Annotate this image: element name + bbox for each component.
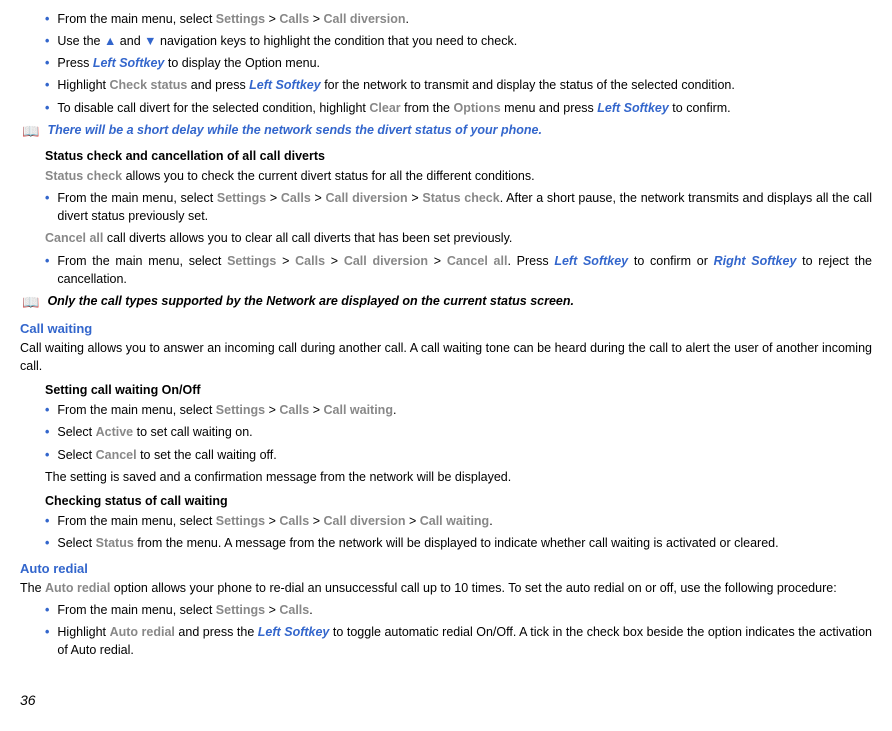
bullet-item: • From the main menu, select Settings > … — [45, 10, 872, 28]
note-icon: 📖 — [22, 292, 39, 312]
bullet-text: From the main menu, select Settings > Ca… — [57, 401, 872, 419]
body-text: Cancel all call diverts allows you to cl… — [45, 229, 872, 247]
bullet-item: • Select Status from the menu. A message… — [45, 534, 872, 552]
bullet-item: • To disable call divert for the selecte… — [45, 99, 872, 117]
bullet-text: From the main menu, select Settings > Ca… — [57, 252, 872, 288]
bullet-text: From the main menu, select Settings > Ca… — [57, 601, 872, 619]
bullet-item: • From the main menu, select Settings > … — [45, 601, 872, 619]
bullet-text: To disable call divert for the selected … — [57, 99, 872, 117]
body-text: Status check allows you to check the cur… — [45, 167, 872, 185]
sub-heading: Checking status of call waiting — [45, 492, 872, 510]
bullet-text: From the main menu, select Settings > Ca… — [57, 512, 872, 530]
down-arrow-icon: ▼ — [144, 34, 156, 48]
bullet-marker: • — [45, 423, 49, 441]
bullet-marker: • — [45, 401, 49, 419]
page-number: 36 — [20, 690, 872, 710]
bullet-marker: • — [45, 76, 49, 94]
bullet-text: Select Cancel to set the call waiting of… — [57, 446, 872, 464]
note-icon: 📖 — [22, 121, 39, 141]
note-block: 📖 There will be a short delay while the … — [22, 121, 872, 141]
bullet-marker: • — [45, 32, 49, 50]
bullet-item: • Highlight Auto redial and press the Le… — [45, 623, 872, 659]
note-text: Only the call types supported by the Net… — [47, 292, 574, 312]
bullet-item: • Select Active to set call waiting on. — [45, 423, 872, 441]
bullet-marker: • — [45, 54, 49, 72]
bullet-text: Select Active to set call waiting on. — [57, 423, 872, 441]
bullet-item: • Press Left Softkey to display the Opti… — [45, 54, 872, 72]
bullet-marker: • — [45, 252, 49, 288]
sub-heading: Status check and cancellation of all cal… — [45, 147, 872, 165]
sub-heading: Setting call waiting On/Off — [45, 381, 872, 399]
bullet-marker: • — [45, 601, 49, 619]
bullet-marker: • — [45, 189, 49, 225]
bullet-text: From the main menu, select Settings > Ca… — [57, 189, 872, 225]
section-intro: The Auto redial option allows your phone… — [20, 579, 872, 597]
note-text: There will be a short delay while the ne… — [47, 121, 542, 141]
bullet-marker: • — [45, 512, 49, 530]
note-block: 📖 Only the call types supported by the N… — [22, 292, 872, 312]
bullet-text: Select Status from the menu. A message f… — [57, 534, 872, 552]
bullet-marker: • — [45, 623, 49, 659]
bullet-item: • Use the ▲ and ▼ navigation keys to hig… — [45, 32, 872, 50]
bullet-marker: • — [45, 446, 49, 464]
up-arrow-icon: ▲ — [104, 34, 116, 48]
bullet-item: • From the main menu, select Settings > … — [45, 401, 872, 419]
bullet-marker: • — [45, 10, 49, 28]
section-heading: Call waiting — [20, 320, 872, 339]
bullet-text: Press Left Softkey to display the Option… — [57, 54, 872, 72]
bullet-item: • From the main menu, select Settings > … — [45, 252, 872, 288]
bullet-marker: • — [45, 534, 49, 552]
bullet-item: • From the main menu, select Settings > … — [45, 189, 872, 225]
bullet-text: Highlight Check status and press Left So… — [57, 76, 872, 94]
body-text: The setting is saved and a confirmation … — [45, 468, 872, 486]
bullet-text: Use the ▲ and ▼ navigation keys to highl… — [57, 32, 872, 50]
section-heading: Auto redial — [20, 560, 872, 579]
bullet-text: Highlight Auto redial and press the Left… — [57, 623, 872, 659]
bullet-item: • Highlight Check status and press Left … — [45, 76, 872, 94]
bullet-text: From the main menu, select Settings > Ca… — [57, 10, 872, 28]
bullet-item: • From the main menu, select Settings > … — [45, 512, 872, 530]
bullet-marker: • — [45, 99, 49, 117]
bullet-item: • Select Cancel to set the call waiting … — [45, 446, 872, 464]
section-intro: Call waiting allows you to answer an inc… — [20, 339, 872, 375]
